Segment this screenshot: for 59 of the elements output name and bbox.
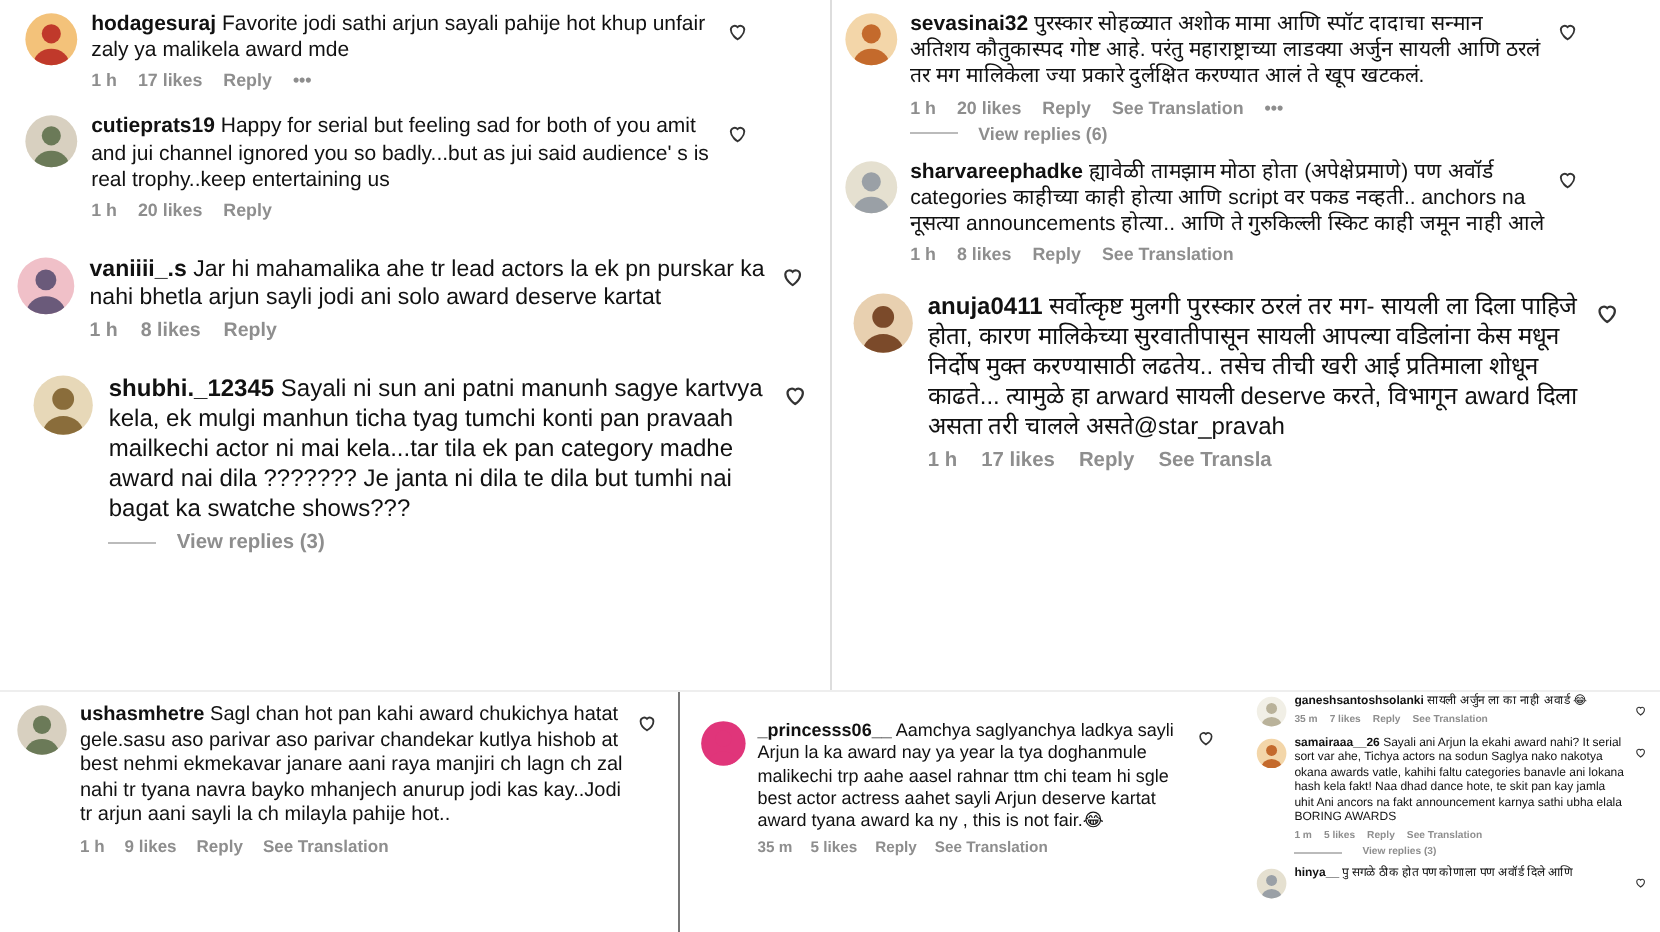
comment-text: _princesss06__ Aamchya saglyanchya ladkya sayli Arjun la ka award nay ya year la tya doghanmule malikechi trp aahe aasel rahnar ttm chi team hi sgle best actor actress aahet sayli Arjun deserve kartat award tyana award ka ny , this is not fair.😂 xyxy=(757,720,1176,833)
avatar[interactable] xyxy=(16,255,76,316)
reply-link[interactable]: Reply xyxy=(1032,244,1081,265)
see-translation-link[interactable]: See Translation xyxy=(1111,97,1244,118)
heart-icon[interactable] xyxy=(1634,745,1648,759)
see-translation-link[interactable]: See Translation xyxy=(262,835,389,855)
heart-icon[interactable] xyxy=(1634,704,1648,718)
heart-icon[interactable] xyxy=(782,382,809,409)
likes-count[interactable]: 17 likes xyxy=(137,70,203,91)
view-replies-link[interactable]: View replies (3) xyxy=(176,531,325,554)
comment-time: 1 h xyxy=(91,70,117,91)
comment-text: sharvareephadke ह्यावेळी तामझाम मोठा होता (अपेक्षेप्रमाणे) पण अवॉर्ड categories काहीच्या काही होत्या आणि script वर पकड नव्हती.. anchors na नूसत्या announcements होत्या.. आणि ते गुरुकिल्ली स्किट काही जमून नाही आले xyxy=(910,159,1545,239)
comment-text: vaniiii_.s Jar hi mahamalika ahe tr lead actors la ek pn purskar ka nahi bhetla arjun sayli jodi ani solo award deserve kartat xyxy=(89,255,766,314)
likes-count[interactable]: 9 likes xyxy=(124,835,177,855)
likes-count[interactable]: 20 likes xyxy=(956,97,1022,118)
avatar[interactable] xyxy=(843,12,898,67)
comment-time: 1 h xyxy=(91,199,117,220)
comment-text: anuja0411 सर्वोत्कृष्ट मुलगी पुरस्कार ठरलं तर मग- सायली ला दिला पाहिजे होता, कारण मालिकेच्या सुरवातीपासून सायली आपल्या वडिलांना केस मधून निर्दोष मुक्त करण्यासाठी लढतेय.. तसेच तीची खरी आई प्रतिमाला शोधून काढते... त्यामुळे हा arward सायली deserve करते, विभागून award दिला असता तरी चालले असते@star_pravah xyxy=(927,292,1580,443)
comment-time: 1 h xyxy=(910,97,936,118)
reply-link[interactable]: Reply xyxy=(196,835,243,855)
avatar[interactable] xyxy=(851,292,914,355)
reply-link[interactable]: Reply xyxy=(1042,97,1091,118)
see-translation-link[interactable]: See Transla xyxy=(1158,449,1272,472)
more-options[interactable]: ••• xyxy=(292,70,312,91)
avatar[interactable] xyxy=(24,12,79,67)
heart-icon[interactable] xyxy=(779,263,805,290)
likes-count[interactable]: 8 likes xyxy=(140,320,201,343)
avatar[interactable] xyxy=(24,114,79,170)
comment-text: ushasmhetre Sagl chan hot pan kahi award chukichya hatat gele.sasu aso parivar aso parivar chandekar kutlya hishob at best nehmi ekmekavar janare aani raya manjiri ch lagn ch zal nahi tr tyana navra bayko mhanjech anurup jodi kas kay..Jodi tr arjun aani sayli la ch milayla pahije hot.. xyxy=(80,704,624,829)
heart-icon[interactable] xyxy=(1556,20,1580,44)
heart-icon[interactable] xyxy=(725,20,749,44)
comment-text: cutieprats19 Happy for serial but feeling sad for both of you amit and jui channel ignored you so badly...but as jui said audience' s is real trophy..keep entertaining us xyxy=(91,114,711,194)
reply-link[interactable]: Reply xyxy=(223,320,277,343)
comment-text: sevasinai32 पुरस्कार सोहळ्यात अशोक मामा आणि स्पॉट दादाचा सन्मान अतिशय कौतुकास्पद गोष्ट आहे. परंतु महाराष्ट्राच्या लाडक्या अर्जुन सायली आणि ठरलं तर मग मालिकेला ज्या प्रकारे दुर्लक्षित करण्यात आलं ते खूप खटकलं. xyxy=(910,12,1543,91)
likes-count[interactable]: 17 likes xyxy=(981,449,1055,472)
comment-time: 1 h xyxy=(89,320,118,343)
likes-count[interactable]: 20 likes xyxy=(137,199,203,220)
reply-link[interactable]: Reply xyxy=(223,70,272,91)
avatar[interactable] xyxy=(32,374,95,437)
comment-time: 1 h xyxy=(80,835,105,855)
view-replies-link[interactable]: View replies (6) xyxy=(978,123,1108,144)
comment-text: hodagesuraj Favorite jodi sathi arjun sayali pahije hot khup unfair zaly ya malikela award mde xyxy=(91,12,708,65)
avatar[interactable] xyxy=(1256,737,1288,769)
heart-icon[interactable] xyxy=(725,122,749,146)
heart-icon[interactable] xyxy=(1196,728,1216,748)
heart-icon[interactable] xyxy=(1556,167,1580,191)
heart-icon[interactable] xyxy=(1593,300,1620,327)
comment-time: 1 h xyxy=(910,244,936,265)
comment-time: 1 h xyxy=(927,449,958,472)
avatar[interactable] xyxy=(700,720,747,767)
heart-icon[interactable] xyxy=(636,712,658,734)
more-options[interactable]: ••• xyxy=(1264,97,1284,118)
reply-link[interactable]: Reply xyxy=(223,199,272,220)
heart-icon[interactable] xyxy=(1634,876,1648,890)
see-translation-link[interactable]: See Translation xyxy=(1101,244,1234,265)
reply-link[interactable]: Reply xyxy=(1078,449,1135,472)
comment-text: shubhi._12345 Sayali ni sun ani patni manunh sagye kartvya kela, ek mulgi manhun ticha tyag tumchi konti pan pravaah mailkechi actor ni mai kela...tar tila ek pan category madhe award nai dila ??????? Je janta ni dila te dila but tumhi nai bagat ka swatche shows??? xyxy=(108,374,765,525)
likes-count[interactable]: 8 likes xyxy=(956,244,1012,265)
avatar[interactable] xyxy=(16,704,68,756)
